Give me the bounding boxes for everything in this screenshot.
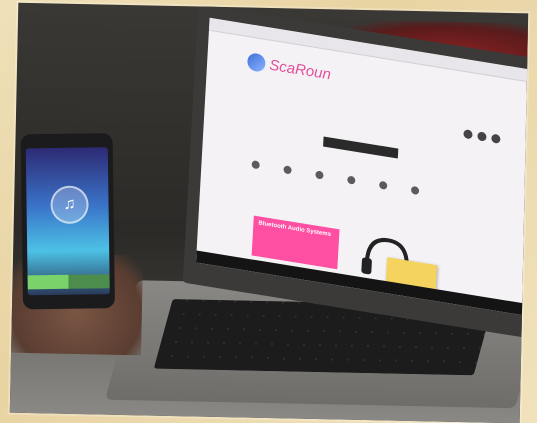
social-icon bbox=[491, 133, 501, 144]
feature-icon bbox=[379, 180, 388, 190]
laptop-screen: ScaRoun Bluetooth Audio Systems bbox=[195, 17, 529, 317]
photo: ScaRoun Bluetooth Audio Systems ♫ bbox=[9, 2, 529, 423]
site-logo-text: ScaRoun bbox=[268, 56, 332, 83]
smartphone: ♫ bbox=[20, 133, 115, 310]
feature-icon bbox=[283, 165, 292, 175]
feature-icon bbox=[251, 160, 260, 170]
social-icon bbox=[463, 129, 473, 140]
call-bar-segment bbox=[27, 274, 69, 290]
call-bar-segment bbox=[68, 274, 110, 289]
globe-logo-icon bbox=[246, 52, 266, 73]
phone-screen: ♫ bbox=[25, 147, 110, 296]
call-bar bbox=[27, 274, 110, 290]
social-icons bbox=[463, 129, 501, 144]
nav-strip bbox=[323, 136, 399, 159]
music-note-icon: ♫ bbox=[50, 185, 89, 225]
feature-icon bbox=[347, 175, 356, 185]
laptop-lid: ScaRoun Bluetooth Audio Systems bbox=[182, 3, 529, 341]
feature-icon bbox=[410, 185, 420, 196]
feature-icon bbox=[315, 170, 324, 180]
site-logo: ScaRoun bbox=[246, 52, 332, 83]
social-icon bbox=[477, 131, 487, 142]
feature-icon-row bbox=[251, 160, 420, 196]
